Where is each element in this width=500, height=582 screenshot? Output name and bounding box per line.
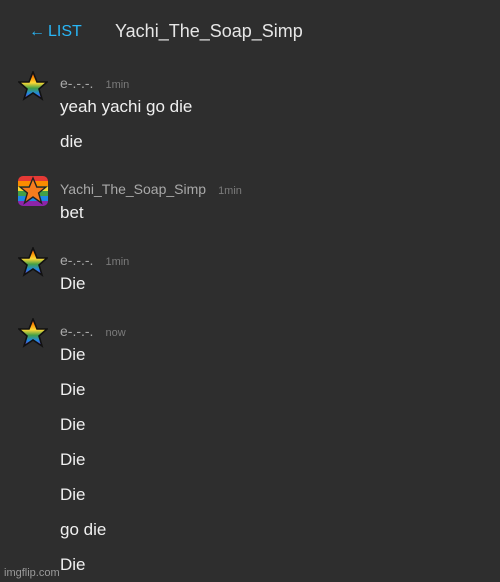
rainbow-star-icon[interactable]	[18, 247, 48, 277]
message-author[interactable]: e-.-.-.	[60, 252, 93, 268]
message-text: Die	[60, 555, 86, 574]
orange-star-on-rainbow-icon[interactable]	[18, 176, 48, 206]
message-text: die	[60, 132, 83, 151]
message-author[interactable]: e-.-.-.	[60, 75, 93, 91]
message-text: Die	[60, 485, 86, 504]
message-text: Die	[60, 450, 86, 469]
back-label: LIST	[48, 23, 82, 40]
message-time: 1min	[105, 256, 130, 268]
back-to-list-button[interactable]: ← LIST	[29, 23, 82, 41]
message-text: bet	[60, 203, 84, 222]
message-time: now	[105, 327, 126, 339]
message-text: Die	[60, 274, 86, 293]
message-author[interactable]: e-.-.-.	[60, 323, 93, 339]
imgflip-watermark: imgflip.com	[4, 567, 60, 579]
message-text: Die	[60, 415, 86, 434]
message-time: 1min	[218, 185, 242, 197]
chat-header: ← LIST Yachi_The_Soap_Simp	[0, 0, 500, 60]
rainbow-star-icon[interactable]	[18, 71, 48, 101]
message-text: Die	[60, 380, 86, 399]
message-author[interactable]: Yachi_The_Soap_Simp	[60, 181, 206, 197]
message-text: Die	[60, 345, 86, 364]
chat-title: Yachi_The_Soap_Simp	[115, 21, 303, 41]
message-text: go die	[60, 520, 107, 539]
left-arrow-icon: ←	[29, 23, 45, 40]
rainbow-star-icon[interactable]	[18, 318, 48, 348]
message-time: 1min	[105, 79, 130, 91]
message-text: yeah yachi go die	[60, 97, 193, 116]
